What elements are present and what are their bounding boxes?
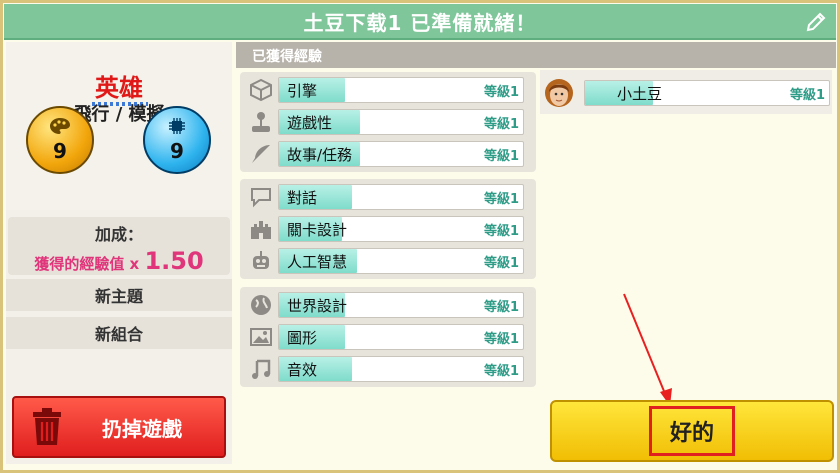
speech-bubble-icon [251, 188, 271, 208]
skill-row-graphics: 圖形 等級1 [244, 323, 534, 351]
bonus-value: 1.50 [144, 247, 204, 275]
new-combo-button[interactable]: 新組合 [6, 317, 232, 349]
pencil-icon [806, 12, 826, 32]
skill-row-story: 故事/任務 等級1 [244, 140, 534, 168]
skill-row-sound: 音效 等級1 [244, 355, 534, 383]
skill-level: 等級1 [483, 363, 519, 379]
ok-button-label: 好的 [648, 406, 735, 456]
tech-points-badge: 9 [143, 106, 211, 174]
bonus-line: 獲得的經驗值 x 1.50 [8, 247, 230, 275]
palette-icon [50, 118, 70, 134]
skill-level: 等級1 [483, 148, 519, 164]
new-topic-button[interactable]: 新主題 [6, 279, 232, 311]
skill-bar: 關卡設計 等級1 [278, 216, 524, 242]
genre-panel: 英雄 飛行 / 模擬 9 9 [6, 42, 232, 210]
skill-bar: 音效 等級1 [278, 356, 524, 382]
skill-group-3: 世界設計 等級1 圖形 等級1 音效 等級1 [240, 287, 536, 387]
skill-level: 等級1 [483, 299, 519, 315]
skill-row-engine: 引擎 等級1 [244, 76, 534, 104]
staff-panel: 小土豆 等級1 [540, 70, 832, 114]
skill-level: 等級1 [483, 116, 519, 132]
picture-icon [250, 328, 272, 346]
skill-name: 人工智慧 [287, 252, 348, 271]
skill-row-ai: 人工智慧 等級1 [244, 247, 534, 275]
staff-bar: 小土豆 等級1 [584, 80, 830, 106]
trash-game-button[interactable]: 扔掉遊戲 [12, 396, 226, 458]
staff-name: 小土豆 [617, 84, 663, 103]
red-arrow-annotation [623, 293, 672, 406]
design-points-value: 9 [53, 139, 67, 163]
joystick-icon [252, 112, 270, 132]
skill-group-2: 對話 等級1 關卡設計 等級1 人工智慧 等級1 [240, 179, 536, 279]
globe-icon [251, 295, 271, 315]
skill-level: 等級1 [483, 191, 519, 207]
skill-bar: 遊戲性 等級1 [278, 109, 524, 135]
design-points-badge: 9 [26, 106, 94, 174]
castle-icon [251, 221, 271, 239]
chip-icon [169, 118, 185, 134]
trash-can-icon [33, 408, 61, 445]
skill-level: 等級1 [483, 255, 519, 271]
skill-name: 對話 [287, 188, 318, 207]
bonus-label: 加成： [94, 225, 143, 244]
experience-header: 已獲得經驗 [236, 42, 836, 68]
bonus-box: 加成： 獲得的經驗值 x 1.50 [8, 217, 230, 275]
skill-name: 故事/任務 [287, 145, 353, 164]
bonus-text: 獲得的經驗值 x [34, 255, 140, 273]
skill-row-gameplay: 遊戲性 等級1 [244, 108, 534, 136]
skill-bar: 人工智慧 等級1 [278, 248, 524, 274]
skill-name: 遊戲性 [287, 113, 333, 132]
skill-row-world-design: 世界設計 等級1 [244, 291, 534, 319]
skill-row-dialogue: 對話 等級1 [244, 183, 534, 211]
window-title: 土豆下载1 已準備就緒！ [303, 10, 537, 35]
hero-text: 英雄 [95, 73, 143, 102]
tech-points-value: 9 [170, 139, 184, 163]
staff-avatar [545, 79, 573, 107]
skill-name: 關卡設計 [287, 220, 348, 239]
skill-bar: 引擎 等級1 [278, 77, 524, 103]
engine-cube-icon [250, 78, 272, 102]
skill-name: 世界設計 [287, 296, 348, 315]
staff-row: 小土豆 等級1 [544, 78, 832, 108]
title-bar: 土豆下载1 已準備就緒！ [4, 4, 836, 40]
skill-bar: 對話 等級1 [278, 184, 524, 210]
skill-name: 圖形 [287, 328, 318, 347]
skill-level: 等級1 [483, 84, 519, 100]
skill-level: 等級1 [483, 331, 519, 347]
edit-name-button[interactable] [802, 8, 830, 36]
skill-bar: 故事/任務 等級1 [278, 141, 524, 167]
skill-group-1: 引擎 等級1 遊戲性 等級1 故事/任務 等級1 [240, 72, 536, 172]
staff-level: 等級1 [789, 87, 825, 103]
left-panel: 英雄 飛行 / 模擬 9 9 加成： 獲得的經驗值 x 1.50 新主題 新組合 [6, 42, 232, 464]
music-note-icon [252, 359, 271, 379]
quill-feather-icon [252, 145, 270, 163]
skill-name: 引擎 [287, 81, 318, 100]
trash-game-label: 扔掉遊戲 [102, 416, 182, 441]
skill-level: 等級1 [483, 223, 519, 239]
skill-bar: 圖形 等級1 [278, 324, 524, 350]
robot-icon [253, 251, 269, 269]
ok-button[interactable]: 好的 [550, 400, 834, 462]
skill-bar: 世界設計 等級1 [278, 292, 524, 318]
experience-panel: 已獲得經驗 引擎 等級1 遊戲性 等級1 故事/任務 等級1 對話 等級1 關卡設計 等級… [236, 42, 836, 464]
skill-row-level-design: 關卡設計 等級1 [244, 215, 534, 243]
skill-name: 音效 [287, 360, 318, 379]
